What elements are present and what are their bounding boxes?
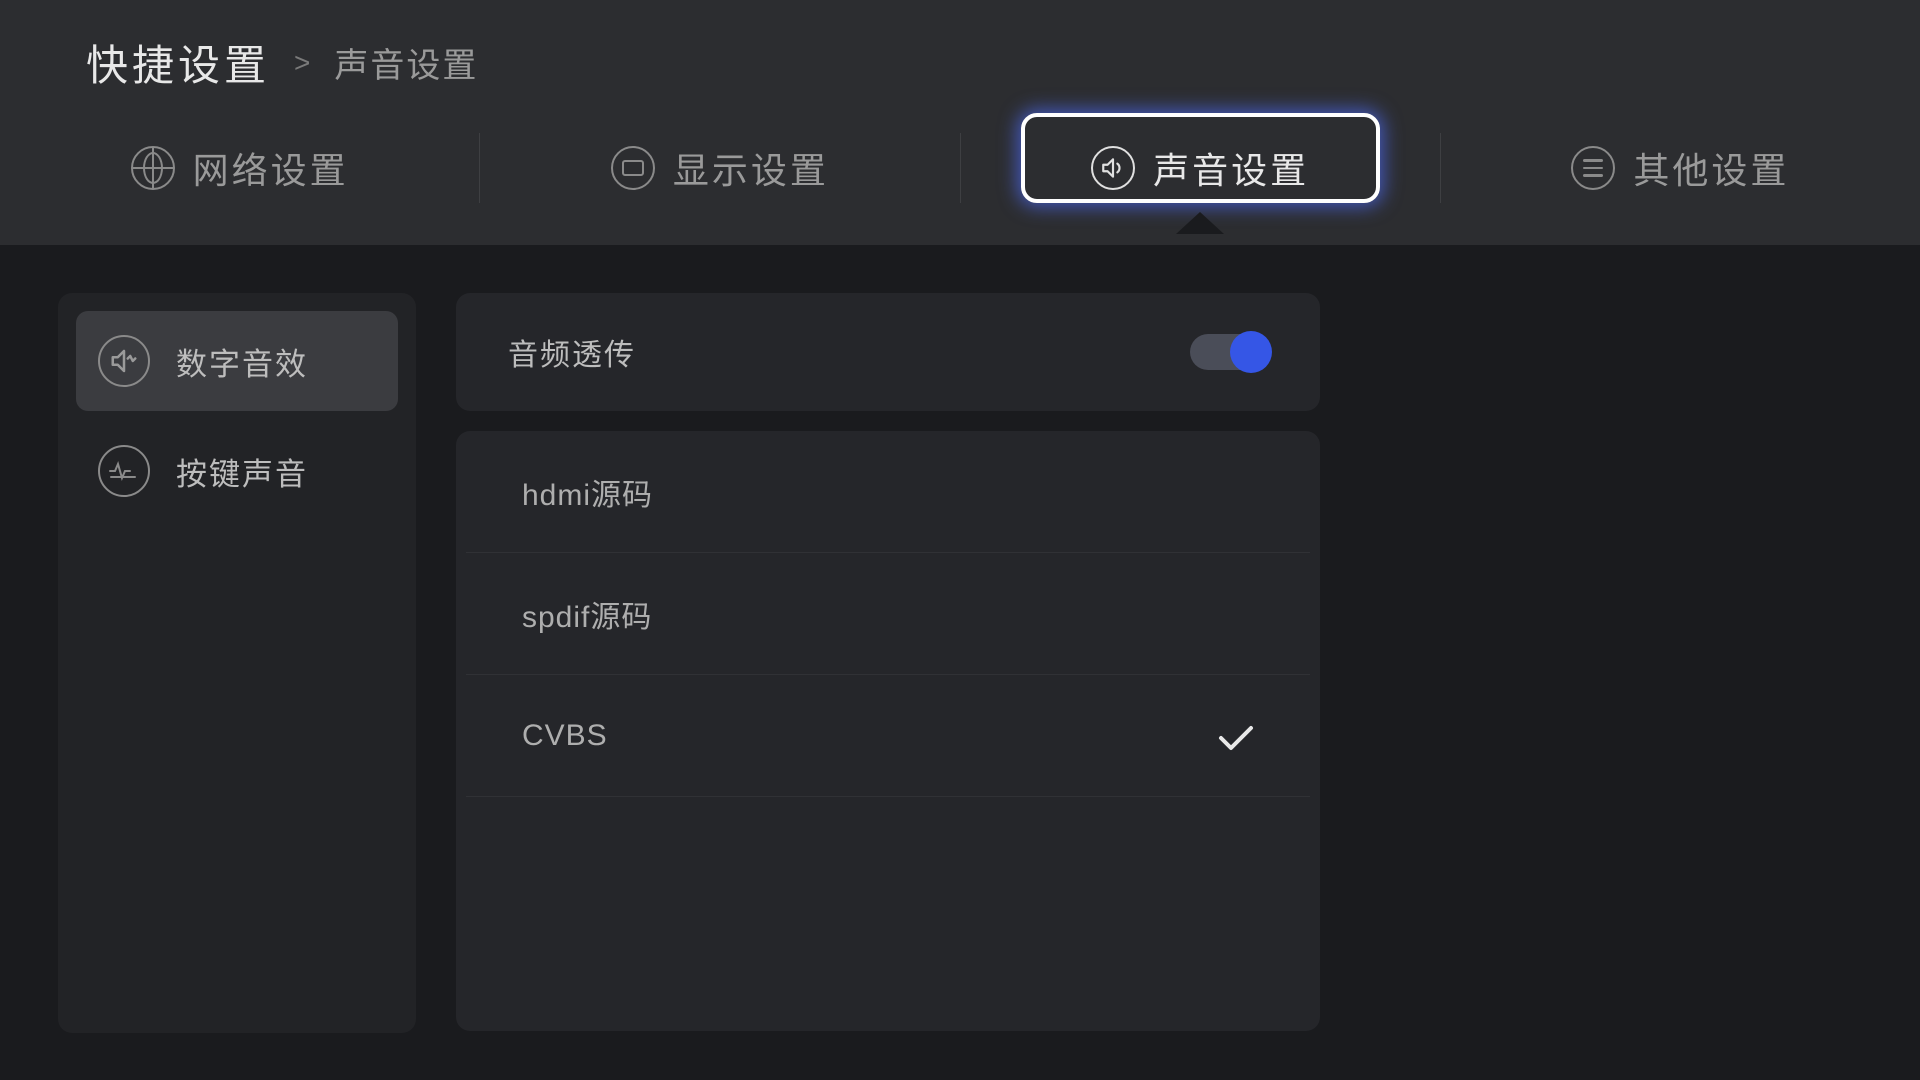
tab-label: 声音设置 [1153,142,1309,194]
tab-label: 显示设置 [673,142,829,194]
option-label: spdif源码 [522,592,652,636]
audio-passthrough-row[interactable]: 音频透传 [456,293,1320,411]
output-options-list: hdmi源码 spdif源码 CVBS [456,431,1320,1031]
check-icon [1218,724,1254,748]
chevron-right-icon: > [294,47,310,79]
wave-icon [98,335,150,387]
tab-display[interactable]: 显示设置 [480,103,959,233]
toggle-label: 音频透传 [508,330,636,374]
content-area: 数字音效 按键声音 音频透传 hdmi源码 spdif源码 [0,245,1920,1033]
option-cvbs[interactable]: CVBS [466,675,1310,797]
sidebar-item-label: 数字音效 [176,339,308,384]
sidebar-item-digital-sfx[interactable]: 数字音效 [76,311,398,411]
breadcrumb: 快捷设置 > 声音设置 [0,0,1920,93]
sidebar-item-key-sound[interactable]: 按键声音 [76,421,398,521]
option-hdmi[interactable]: hdmi源码 [466,431,1310,553]
sidebar-item-label: 按键声音 [176,449,308,494]
breadcrumb-sub: 声音设置 [334,38,478,87]
toggle-switch[interactable] [1190,334,1268,370]
tab-audio[interactable]: 声音设置 [961,103,1440,233]
switch-knob-icon [1230,331,1272,373]
globe-icon [131,146,175,190]
main-panel: 音频透传 hdmi源码 spdif源码 CVBS [456,293,1320,1033]
speaker-icon [1091,146,1135,190]
menu-icon [1571,146,1615,190]
breadcrumb-main: 快捷设置 [86,32,270,93]
top-bar: 快捷设置 > 声音设置 网络设置 显示设置 [0,0,1920,245]
pulse-icon [98,445,150,497]
tab-label: 其他设置 [1633,142,1789,194]
option-spdif[interactable]: spdif源码 [466,553,1310,675]
display-icon [611,146,655,190]
option-label: CVBS [522,719,608,753]
tab-bar: 网络设置 显示设置 声音设置 [0,103,1920,233]
tab-label: 网络设置 [193,142,349,194]
settings-sidebar: 数字音效 按键声音 [58,293,416,1033]
tab-other[interactable]: 其他设置 [1441,103,1920,233]
option-label: hdmi源码 [522,470,653,514]
tab-network[interactable]: 网络设置 [0,103,479,233]
active-pointer-icon [1176,212,1224,234]
